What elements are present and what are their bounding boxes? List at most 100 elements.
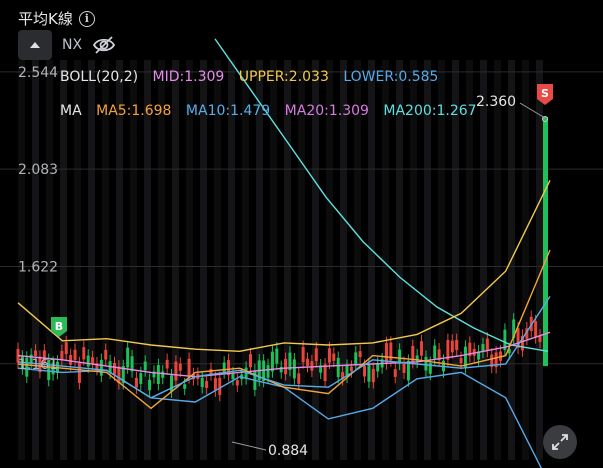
boll-label: BOLL(20,2) <box>60 69 139 85</box>
grid-stripe <box>326 60 333 460</box>
candle-body <box>82 347 86 360</box>
candle-body <box>161 371 165 378</box>
candle-body <box>363 365 367 377</box>
candle-body <box>113 362 117 375</box>
grid-stripe <box>186 60 193 460</box>
candle-body <box>450 340 454 353</box>
candle-body <box>174 361 178 381</box>
candle-body <box>310 361 314 371</box>
candle-body <box>205 380 209 388</box>
grid-stripe <box>424 60 431 460</box>
boll-mid: MID:1.309 <box>152 69 225 85</box>
candle-body <box>213 378 217 391</box>
candle-body <box>200 377 204 388</box>
buy-marker-label: B <box>55 320 63 333</box>
candle-body <box>367 365 371 382</box>
candle-body <box>543 117 548 367</box>
candle-body <box>64 342 68 355</box>
expand-icon <box>552 434 568 450</box>
candle-body <box>69 355 73 365</box>
grid-stripe <box>60 60 67 460</box>
candle-body <box>248 354 252 368</box>
candle-body <box>77 363 81 383</box>
candle-body <box>306 358 310 366</box>
candle-body <box>371 368 375 383</box>
candle-body <box>402 362 406 373</box>
candle-body <box>314 348 318 362</box>
candle-body <box>218 377 222 395</box>
grid-stripe <box>522 60 529 460</box>
candle-body <box>354 352 358 365</box>
candle-body <box>178 363 182 371</box>
fullscreen-button[interactable] <box>543 425 577 459</box>
grid-stripe <box>410 60 417 460</box>
sell-marker-label: S <box>541 87 549 100</box>
candle-body <box>284 358 288 375</box>
candle-body <box>134 377 138 388</box>
candle-body <box>266 365 270 378</box>
candle-body <box>222 362 226 373</box>
grid-stripe <box>494 60 501 460</box>
candle-body <box>415 355 419 362</box>
candle-body <box>126 347 130 368</box>
candle-body <box>187 358 191 378</box>
low-price-label: 0.884 <box>268 443 308 459</box>
ma-label: MA <box>60 103 82 119</box>
ma-legend: MA MA5:1.698 MA10:1.479 MA20:1.309 MA200… <box>60 103 487 119</box>
boll-legend: BOLL(20,2) MID:1.309 UPPER:2.033 LOWER:0… <box>60 69 448 85</box>
y-tick-label: 2.083 <box>18 162 58 178</box>
candle-body <box>73 349 77 360</box>
candle-body <box>91 357 95 364</box>
candle-body <box>420 341 424 356</box>
candle-body <box>292 359 296 379</box>
candle-body <box>534 321 538 338</box>
boll-lower: LOWER:0.585 <box>343 69 439 85</box>
candle-body <box>455 339 459 351</box>
candle-body <box>99 359 103 376</box>
candle-body <box>34 350 38 357</box>
candle-body <box>336 357 340 378</box>
candle-body <box>231 373 235 380</box>
grid-stripe <box>340 60 347 460</box>
candle-body <box>165 359 169 369</box>
candle-body <box>86 355 90 367</box>
candle-body <box>235 380 239 386</box>
candle-body <box>143 361 147 371</box>
candle-body <box>327 348 331 363</box>
candle-body <box>424 356 428 371</box>
grid-stripe <box>536 60 543 460</box>
candle-body <box>104 349 108 360</box>
grid-stripe <box>438 60 445 460</box>
candle-body <box>60 350 64 360</box>
grid-stripe <box>284 60 291 460</box>
candle-body <box>433 345 437 359</box>
candle-body <box>270 351 274 372</box>
grid-stripe <box>466 60 473 460</box>
grid-stripe <box>396 60 403 460</box>
candle-body <box>393 369 397 377</box>
candle-body <box>139 373 143 384</box>
grid-stripe <box>200 60 207 460</box>
grid-stripe <box>452 60 459 460</box>
ma200-value: MA200:1.267 <box>383 103 477 119</box>
grid-stripe <box>242 60 249 460</box>
candle-body <box>349 366 353 372</box>
grid-stripe <box>116 60 123 460</box>
candle-body <box>275 348 279 364</box>
grid-stripe <box>480 60 487 460</box>
candle-body <box>156 365 160 384</box>
y-tick-label: 2.544 <box>18 65 58 81</box>
grid-stripe <box>368 60 375 460</box>
ma5-value: MA5:1.698 <box>96 103 172 119</box>
candle-body <box>297 373 301 384</box>
candle-body <box>459 357 463 364</box>
candle-body <box>485 338 489 352</box>
grid-stripe <box>88 60 95 460</box>
grid-stripe <box>74 60 81 460</box>
candle-body <box>301 346 305 363</box>
grid-stripe <box>312 60 319 460</box>
grid-stripe <box>102 60 109 460</box>
grid-stripe <box>354 60 361 460</box>
y-tick-label: 1.161 <box>18 357 58 373</box>
grid-stripe <box>228 60 235 460</box>
